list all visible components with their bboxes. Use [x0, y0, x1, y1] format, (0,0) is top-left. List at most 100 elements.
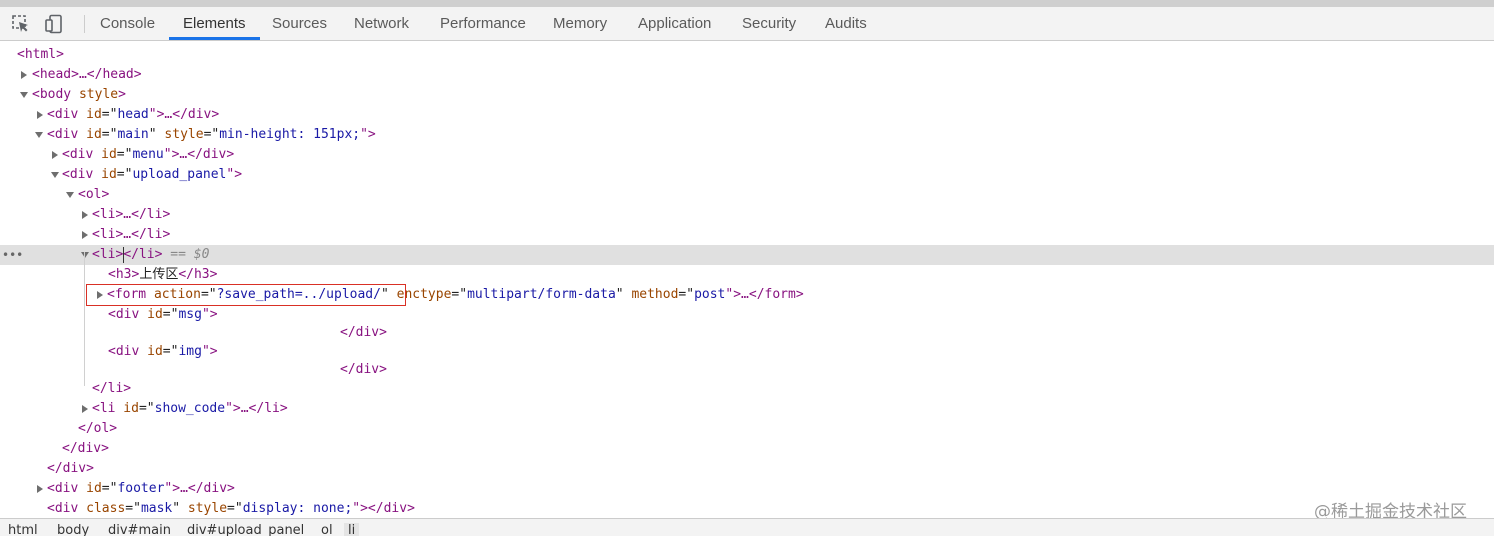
- breadcrumb-li[interactable]: li: [344, 523, 360, 536]
- breadcrumb-div-main[interactable]: div#main: [108, 523, 171, 536]
- dom-node-div-img[interactable]: <div id="img">: [0, 343, 1494, 361]
- attr-quote: ": [148, 127, 157, 142]
- attr-value: post: [694, 287, 726, 302]
- collapse-triangle-icon[interactable]: [51, 172, 59, 178]
- tag-name: <div: [47, 127, 79, 142]
- tag-div-menu-line: <div id="menu">…</div>: [62, 145, 234, 165]
- window-top-strip: [0, 0, 1494, 7]
- tag-name: <body: [32, 87, 72, 102]
- tag-close: "></div>: [352, 501, 415, 516]
- dom-node-li-selected[interactable]: ••• <li></li> == $0: [0, 245, 1494, 265]
- attr-name: id: [78, 481, 102, 496]
- tag-name: <li>: [92, 247, 124, 262]
- collapsed-end: …</div>: [180, 481, 235, 496]
- attr-name: class: [78, 501, 126, 516]
- dom-node-li-close[interactable]: </li>: [0, 379, 1494, 399]
- tab-performance[interactable]: Performance: [440, 7, 526, 40]
- breadcrumb-div-upload-panel[interactable]: div#upload_panel: [187, 523, 304, 536]
- attr-eq: =": [138, 401, 155, 416]
- tag-close: </div>: [47, 461, 94, 476]
- attr-eq: =": [101, 481, 118, 496]
- tab-elements[interactable]: Elements: [169, 7, 260, 40]
- tab-application[interactable]: Application: [638, 7, 711, 40]
- selected-node-marker: == $0: [170, 247, 210, 262]
- dom-node-li-show-code[interactable]: <li id="show_code">…</li>: [0, 399, 1494, 419]
- dom-node-div-img-close[interactable]: </div>: [0, 361, 1494, 379]
- tag-name: <li: [92, 401, 116, 416]
- tab-security[interactable]: Security: [742, 7, 796, 40]
- attr-name: style: [71, 87, 119, 102]
- dom-node-li-1[interactable]: <li>…</li>: [0, 205, 1494, 225]
- tag-close: </ol>: [78, 421, 118, 436]
- expand-triangle-icon[interactable]: [21, 71, 27, 79]
- dom-node-ol[interactable]: <ol>: [0, 185, 1494, 205]
- breadcrumb-html[interactable]: html: [8, 523, 38, 536]
- collapse-triangle-icon[interactable]: [66, 192, 74, 198]
- dom-node-upload-panel-close[interactable]: </div>: [0, 439, 1494, 459]
- dom-node-div-head[interactable]: <div id="head">…</div>: [0, 105, 1494, 125]
- inspect-element-icon[interactable]: [11, 14, 31, 34]
- tab-memory[interactable]: Memory: [553, 7, 607, 40]
- tag-li-show-code-line: <li id="show_code">…</li>: [92, 399, 288, 419]
- dom-node-div-footer[interactable]: <div id="footer">…</div>: [0, 479, 1494, 499]
- attr-value: img: [178, 344, 202, 359]
- tag-li-selected-line: <li></li> == $0: [92, 245, 209, 265]
- dom-node-html[interactable]: <html>: [0, 45, 1494, 65]
- expand-triangle-icon[interactable]: [37, 485, 43, 493]
- tag-name: <div: [62, 147, 94, 162]
- elements-dom-tree: <html> <head>…</head> <body style> <div …: [0, 42, 1494, 518]
- tab-sources[interactable]: Sources: [272, 7, 327, 40]
- attr-value: show_code: [154, 401, 226, 416]
- breadcrumb-ol[interactable]: ol: [321, 523, 333, 536]
- dom-node-div-upload-panel[interactable]: <div id="upload_panel">: [0, 165, 1494, 185]
- collapse-triangle-icon[interactable]: [35, 132, 43, 138]
- dom-node-div-msg-close[interactable]: </div>: [0, 324, 1494, 342]
- tag-bracket: ">: [201, 307, 218, 322]
- collapse-triangle-icon[interactable]: [81, 252, 89, 258]
- tag-close: </h3>: [178, 267, 218, 282]
- attr-eq: =": [162, 344, 179, 359]
- tab-console[interactable]: Console: [100, 7, 155, 40]
- attr-eq: =": [101, 127, 118, 142]
- collapse-triangle-icon[interactable]: [20, 92, 28, 98]
- dom-node-main-close[interactable]: </div>: [0, 459, 1494, 479]
- dom-node-div-main[interactable]: <div id="main" style="min-height: 151px;…: [0, 125, 1494, 145]
- attr-quote: ": [172, 501, 181, 516]
- breadcrumb-body[interactable]: body: [57, 523, 89, 536]
- attr-name: id: [139, 307, 163, 322]
- device-toolbar-icon[interactable]: [44, 14, 64, 34]
- tag-name: <form: [107, 287, 147, 302]
- tag-bracket: ">: [226, 167, 243, 182]
- tag-div-img-line: <div id="img">: [108, 343, 218, 361]
- tab-network[interactable]: Network: [354, 7, 409, 40]
- tag-bracket: ">: [201, 344, 218, 359]
- attr-name: id: [78, 127, 102, 142]
- expand-triangle-icon[interactable]: [37, 111, 43, 119]
- dom-node-h3[interactable]: <h3>上传区</h3>: [0, 265, 1494, 285]
- dom-node-div-menu[interactable]: <div id="menu">…</div>: [0, 145, 1494, 165]
- more-actions-icon[interactable]: •••: [2, 245, 23, 265]
- expand-triangle-icon[interactable]: [82, 211, 88, 219]
- expand-triangle-icon[interactable]: [97, 291, 103, 299]
- expand-triangle-icon[interactable]: [82, 405, 88, 413]
- attr-value: min-height: 151px;: [219, 127, 361, 142]
- dom-node-li-2[interactable]: <li>…</li>: [0, 225, 1494, 245]
- toolbar-separator: [84, 15, 85, 33]
- tag-div-head-line: <div id="head">…</div>: [47, 105, 219, 125]
- expand-triangle-icon[interactable]: [52, 151, 58, 159]
- tag-head: <head>…</head>: [32, 67, 142, 82]
- dom-node-ol-close[interactable]: </ol>: [0, 419, 1494, 439]
- dom-node-div-msg[interactable]: <div id="msg">: [0, 306, 1494, 324]
- dom-node-body[interactable]: <body style>: [0, 85, 1494, 105]
- tag-name: <div: [108, 307, 140, 322]
- dom-node-form[interactable]: <form action="?save_path=../upload/" enc…: [0, 285, 1494, 305]
- tag-close: </li>: [92, 381, 132, 396]
- dom-node-div-mask[interactable]: <div class="mask" style="display: none;"…: [0, 499, 1494, 518]
- tag-div-footer-line: <div id="footer">…</div>: [47, 479, 235, 499]
- expand-triangle-icon[interactable]: [82, 231, 88, 239]
- tab-audits[interactable]: Audits: [825, 7, 867, 40]
- attr-eq: =": [451, 287, 468, 302]
- dom-node-head[interactable]: <head>…</head>: [0, 65, 1494, 85]
- tag-name: <div: [62, 167, 94, 182]
- collapsed-end: …</div>: [179, 147, 235, 162]
